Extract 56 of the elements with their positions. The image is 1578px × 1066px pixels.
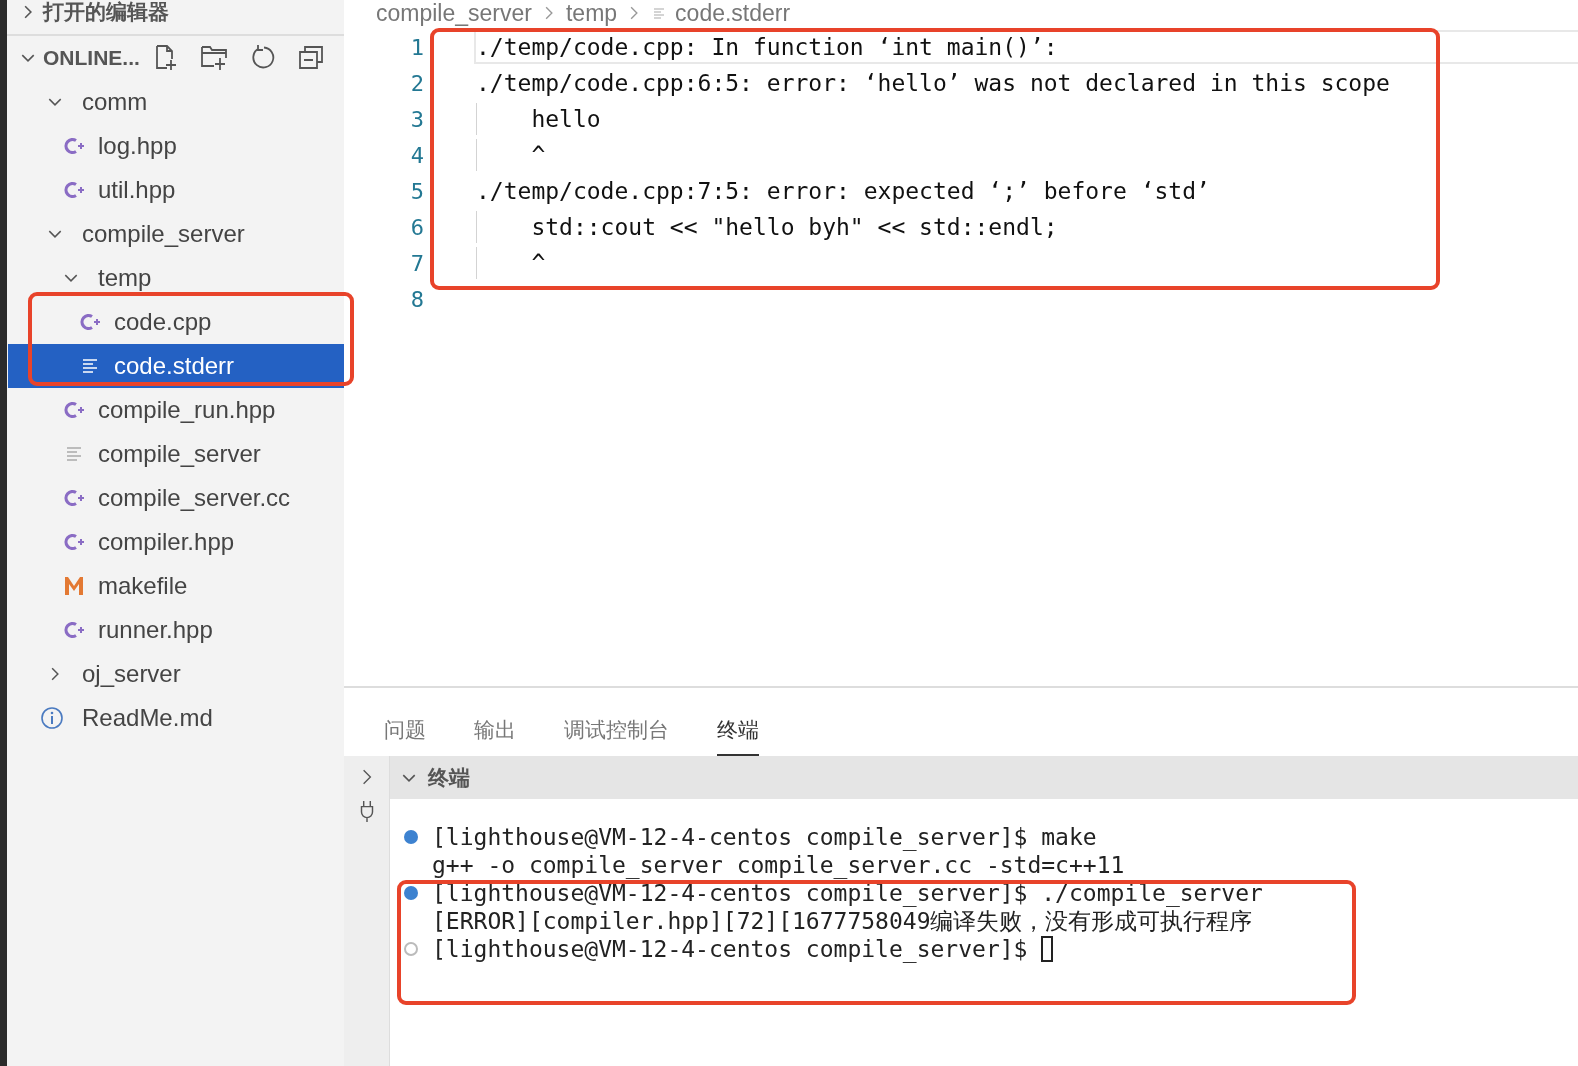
terminal-line: g++ -o compile_server compile_server.cc -std=c++11	[432, 852, 1125, 878]
breadcrumb-item[interactable]: code.stderr	[675, 0, 791, 27]
line-number: 8	[409, 286, 424, 312]
code-line: std::cout << "hello byh" << std::endl;	[474, 210, 1578, 244]
tree-item[interactable]: comm	[8, 80, 344, 124]
tree-item[interactable]: code.stderr	[8, 344, 344, 388]
panel-tab[interactable]: 输出	[474, 688, 516, 756]
tree-item[interactable]: temp	[8, 256, 344, 300]
chevron-icon	[51, 667, 59, 681]
chevron-icon	[630, 6, 639, 20]
code-line: ./temp/code.cpp:6:5: error: ‘hello’ was not declared in this scope	[475, 69, 1391, 98]
line-number: 7	[409, 250, 424, 276]
chevron-icon	[402, 773, 416, 782]
section-header[interactable]: 打开的编辑器	[7, 0, 344, 36]
line-number: 2	[409, 70, 424, 96]
terminal-line: [ERROR][compiler.hpp][72][1677758049编译失败，没有形成可执行程序	[432, 907, 1253, 936]
chevron-icon	[544, 6, 553, 20]
tree-item[interactable]: compile_run.hpp	[8, 388, 344, 432]
code-line: ./temp/code.cpp: In function ‘int main()’:	[474, 30, 1578, 64]
section-header[interactable]: ONLINE...	[7, 36, 344, 80]
line-number: 3	[409, 106, 424, 132]
code-line: hello	[474, 102, 1578, 136]
tree-item[interactable]: compile_server	[8, 212, 344, 256]
new-folder-icon[interactable]	[199, 44, 230, 72]
tree-item[interactable]: oj_server	[8, 652, 344, 696]
line-number: 6	[409, 214, 424, 240]
chevron-icon	[64, 274, 78, 282]
makefile-icon	[62, 574, 86, 598]
chevron-icon	[48, 98, 62, 106]
tree-item[interactable]: ReadMe.md	[8, 696, 344, 740]
breadcrumb-item[interactable]: temp	[565, 0, 618, 27]
terminal-line: [lighthouse@VM-12-4-centos compile_server]$	[432, 936, 1029, 962]
terminal-header[interactable]: 终端	[390, 756, 1578, 799]
panel-tab[interactable]: 问题	[384, 688, 426, 756]
chevron-icon	[21, 54, 35, 62]
line-number: 5	[409, 178, 424, 204]
panel-tab[interactable]: 调试控制台	[564, 688, 669, 756]
code-line: ^	[474, 246, 1578, 280]
chevron-icon	[48, 230, 62, 238]
tree-item[interactable]: compile_server.cc	[8, 476, 344, 520]
tree-item[interactable]: code.cpp	[8, 300, 344, 344]
info-icon	[40, 706, 64, 730]
tree-item[interactable]: compile_server	[8, 432, 344, 476]
line-number: 1	[409, 34, 424, 60]
tree-item[interactable]: util.hpp	[8, 168, 344, 212]
code-line: ^	[474, 138, 1578, 172]
tree-item[interactable]: makefile	[8, 564, 344, 608]
line-number: 4	[409, 142, 424, 168]
code-line: ./temp/code.cpp:7:5: error: expected ‘;’ before ‘std’	[475, 177, 1211, 206]
tree-item[interactable]: runner.hpp	[8, 608, 344, 652]
tree-item[interactable]: compiler.hpp	[8, 520, 344, 564]
chevron-icon	[24, 5, 32, 19]
breadcrumb-item[interactable]: compile_server	[376, 0, 532, 27]
tree-item[interactable]: log.hpp	[8, 124, 344, 168]
terminal-line: [lighthouse@VM-12-4-centos compile_server]$ ./compile_server	[432, 880, 1263, 906]
terminal-line: [lighthouse@VM-12-4-centos compile_server]$ make	[432, 824, 1097, 850]
